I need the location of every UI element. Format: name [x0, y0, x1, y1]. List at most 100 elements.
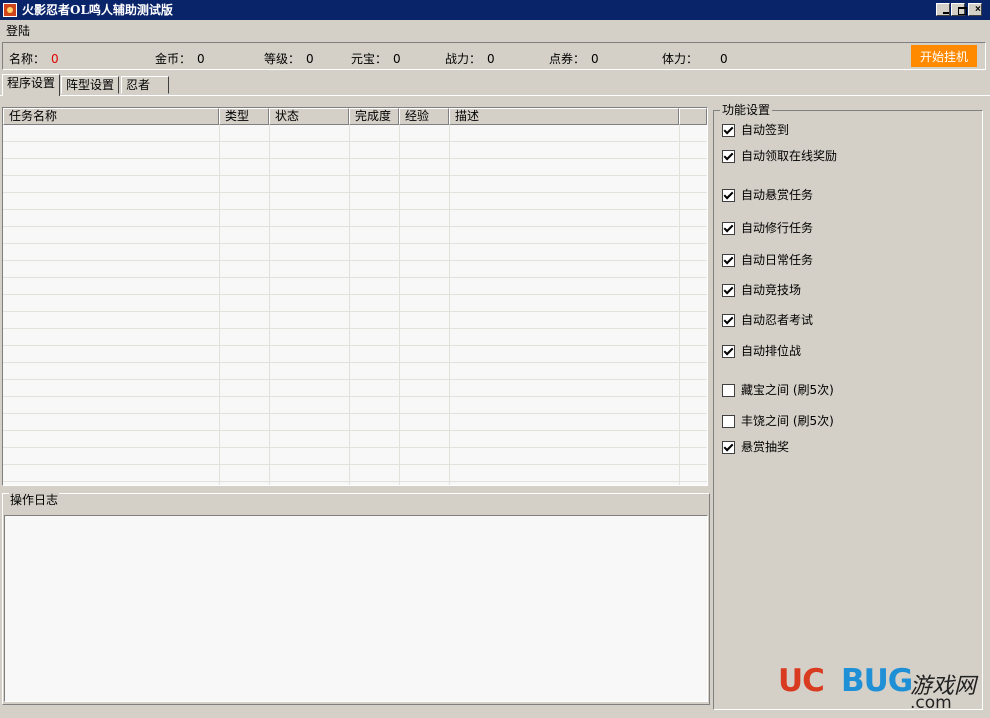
stat-coupon: 点券： 0 [549, 52, 599, 66]
checkbox-checked-icon[interactable] [722, 222, 735, 235]
stat-stamina-value: 0 [720, 52, 728, 66]
grid-row-line [3, 158, 707, 159]
feature-checkbox-row[interactable]: 自动忍者考试 [722, 314, 813, 328]
grid-row-line [3, 260, 707, 261]
grid-row-line [3, 379, 707, 380]
stat-power: 战力： 0 [445, 52, 495, 66]
stat-level-value: 0 [306, 52, 314, 66]
maximize-button[interactable] [951, 3, 967, 16]
column-header-type[interactable]: 类型 [219, 108, 269, 125]
checkbox-checked-icon[interactable] [722, 441, 735, 454]
close-button[interactable]: × [968, 3, 982, 16]
column-header-filler [679, 108, 707, 125]
grid-row-line [3, 141, 707, 142]
checkbox-checked-icon[interactable] [722, 314, 735, 327]
checkbox-checked-icon[interactable] [722, 150, 735, 163]
column-header-description[interactable]: 描述 [449, 108, 679, 125]
checkbox-checked-icon[interactable] [722, 345, 735, 358]
log-textarea[interactable] [4, 515, 708, 702]
grid-row-line [3, 413, 707, 414]
checkbox-checked-icon[interactable] [722, 254, 735, 267]
feature-checkbox-label: 自动领取在线奖励 [741, 149, 838, 163]
tab-formation-settings[interactable]: 阵型设置 [61, 76, 120, 94]
grid-column-line [449, 125, 450, 485]
feature-checkbox-row[interactable]: 丰饶之间 (刷5次) [722, 415, 834, 429]
watermark-uc: UC [778, 663, 825, 699]
stat-yuanbao-value: 0 [393, 52, 401, 66]
tab-ninja[interactable]: 忍者 [121, 76, 169, 94]
stat-coupon-value: 0 [591, 52, 599, 66]
minimize-icon [943, 12, 949, 14]
grid-column-line [679, 125, 680, 485]
checkbox-unchecked-icon[interactable] [722, 415, 735, 428]
grid-column-line [269, 125, 270, 485]
feature-checkbox-label: 自动悬赏任务 [741, 188, 814, 202]
app-icon [3, 3, 17, 17]
grid-row-line [3, 277, 707, 278]
grid-row-line [3, 328, 707, 329]
column-header-task-name[interactable]: 任务名称 [3, 108, 219, 125]
grid-row-line [3, 175, 707, 176]
feature-checkbox-row[interactable]: 自动排位战 [722, 345, 801, 359]
column-header-status[interactable]: 状态 [269, 108, 349, 125]
feature-checkbox-label: 自动竞技场 [741, 283, 802, 297]
minimize-button[interactable] [936, 3, 950, 16]
feature-checkbox-row[interactable]: 自动领取在线奖励 [722, 150, 837, 164]
checkbox-checked-icon[interactable] [722, 189, 735, 202]
column-header-exp[interactable]: 经验 [399, 108, 449, 125]
checkbox-checked-icon[interactable] [722, 124, 735, 137]
feature-checkbox-label: 自动忍者考试 [741, 313, 814, 327]
feature-checkbox-row[interactable]: 自动日常任务 [722, 254, 813, 268]
stat-yuanbao: 元宝： 0 [351, 52, 401, 66]
feature-checkbox-label: 悬赏抽奖 [741, 440, 790, 454]
feature-settings-group: 功能设置 自动签到自动领取在线奖励 自动悬赏任务 自动修行任务自动日常任务自动竞技场… [713, 103, 983, 710]
grid-row-line [3, 226, 707, 227]
stat-level: 等级： 0 [264, 52, 314, 66]
stat-gold-value: 0 [197, 52, 205, 66]
grid-row-line [3, 243, 707, 244]
app-window: 火影忍者OL鸣人辅助测试版 × 登陆 名称： 0 金币： 0 等级： 0 元宝： 0 战… [0, 0, 990, 718]
title-bar: 火影忍者OL鸣人辅助测试版 × [0, 0, 990, 20]
stat-gold: 金币： 0 [155, 52, 205, 66]
feature-checkbox-row[interactable]: 自动悬赏任务 [722, 189, 813, 203]
grid-row-line [3, 311, 707, 312]
menu-login[interactable]: 登陆 [6, 22, 30, 39]
stat-stamina: 体力： 0 [662, 52, 728, 66]
feature-checkbox-row[interactable]: 自动修行任务 [722, 222, 813, 236]
grid-row-line [3, 430, 707, 431]
feature-checkbox-label: 自动排位战 [741, 344, 802, 358]
feature-checkbox-row[interactable]: 藏宝之间 (刷5次) [722, 384, 834, 398]
stat-name-value: 0 [51, 52, 59, 66]
feature-checkbox-row[interactable]: 悬赏抽奖 [722, 441, 789, 455]
watermark-logo: UC BUG 游戏网 .com [778, 663, 983, 713]
menu-bar: 登陆 [0, 20, 990, 40]
task-table: 任务名称 类型 状态 完成度 经验 描述 [2, 107, 708, 486]
grid-column-line [349, 125, 350, 485]
task-table-body[interactable] [3, 125, 707, 485]
maximize-icon [958, 7, 967, 15]
grid-row-line [3, 447, 707, 448]
stats-bar: 名称： 0 金币： 0 等级： 0 元宝： 0 战力： 0 点券： 0 体力： 0 开始挂机 [2, 42, 986, 70]
grid-row-line [3, 345, 707, 346]
grid-row-line [3, 294, 707, 295]
checkbox-unchecked-icon[interactable] [722, 384, 735, 397]
feature-checkbox-label: 藏宝之间 (刷5次) [741, 383, 834, 397]
start-hangup-button[interactable]: 开始挂机 [911, 45, 977, 67]
tab-program-settings[interactable]: 程序设置 [2, 74, 61, 96]
grid-row-line [3, 464, 707, 465]
feature-checkbox-row[interactable]: 自动竞技场 [722, 284, 801, 298]
checkbox-checked-icon[interactable] [722, 284, 735, 297]
tab-divider [0, 95, 990, 96]
feature-checkbox-label: 丰饶之间 (刷5次) [741, 414, 834, 428]
feature-checkbox-row[interactable]: 自动签到 [722, 124, 789, 138]
feature-checkbox-label: 自动签到 [741, 123, 790, 137]
log-group: 操作日志 [2, 493, 710, 705]
grid-row-line [3, 209, 707, 210]
grid-row-line [3, 481, 707, 482]
feature-checkbox-label: 自动修行任务 [741, 221, 814, 235]
watermark-bug: BUG [841, 663, 913, 699]
column-header-progress[interactable]: 完成度 [349, 108, 399, 125]
feature-settings-title: 功能设置 [720, 103, 773, 117]
log-title: 操作日志 [9, 493, 60, 507]
grid-column-line [399, 125, 400, 485]
